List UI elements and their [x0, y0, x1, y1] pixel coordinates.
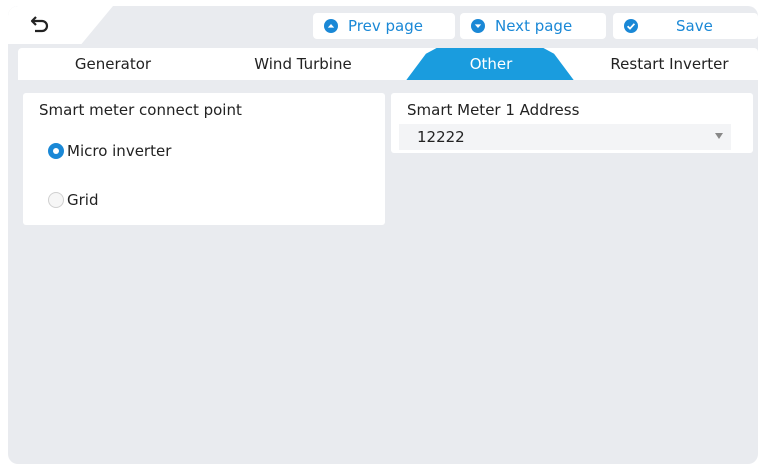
smart-meter-address-select[interactable]: 12222 — [399, 124, 731, 150]
caret-down-icon — [715, 133, 723, 139]
radio-label-micro-inverter: Micro inverter — [67, 142, 172, 160]
prev-page-label: Prev page — [348, 17, 423, 35]
smart-meter-address-value: 12222 — [417, 128, 465, 146]
back-button[interactable] — [24, 12, 56, 38]
tab-bar: Generator Wind Turbine Other Restart Inv… — [18, 48, 758, 80]
top-bar: Prev page Next page Save — [8, 6, 758, 44]
save-button[interactable]: Save — [613, 13, 758, 39]
next-page-button[interactable]: Next page — [460, 13, 606, 39]
tab-other[interactable]: Other — [401, 48, 581, 80]
smart-meter-connect-panel: Smart meter connect point Micro inverter… — [23, 93, 385, 225]
prev-page-button[interactable]: Prev page — [313, 13, 455, 39]
tab-generator[interactable]: Generator — [18, 48, 208, 80]
arrow-up-circle-icon — [324, 19, 338, 33]
undo-back-icon — [30, 16, 49, 33]
tab-restart-inverter[interactable]: Restart Inverter — [581, 48, 758, 80]
save-label: Save — [676, 17, 713, 35]
check-circle-icon — [624, 19, 638, 33]
radio-option-grid[interactable]: Grid — [48, 191, 98, 209]
radio-label-grid: Grid — [67, 191, 99, 209]
arrow-down-circle-icon — [471, 19, 485, 33]
tab-wind-turbine[interactable]: Wind Turbine — [208, 48, 398, 80]
next-page-label: Next page — [495, 17, 573, 35]
smart-meter-connect-title: Smart meter connect point — [39, 101, 242, 119]
radio-selected-icon[interactable] — [48, 143, 64, 159]
radio-option-micro-inverter[interactable]: Micro inverter — [48, 142, 171, 160]
smart-meter-address-panel: Smart Meter 1 Address 12222 — [391, 93, 753, 153]
smart-meter-address-title: Smart Meter 1 Address — [407, 101, 580, 119]
settings-screen: Prev page Next page Save Generator Wind … — [8, 6, 758, 464]
radio-unselected-icon[interactable] — [48, 192, 64, 208]
